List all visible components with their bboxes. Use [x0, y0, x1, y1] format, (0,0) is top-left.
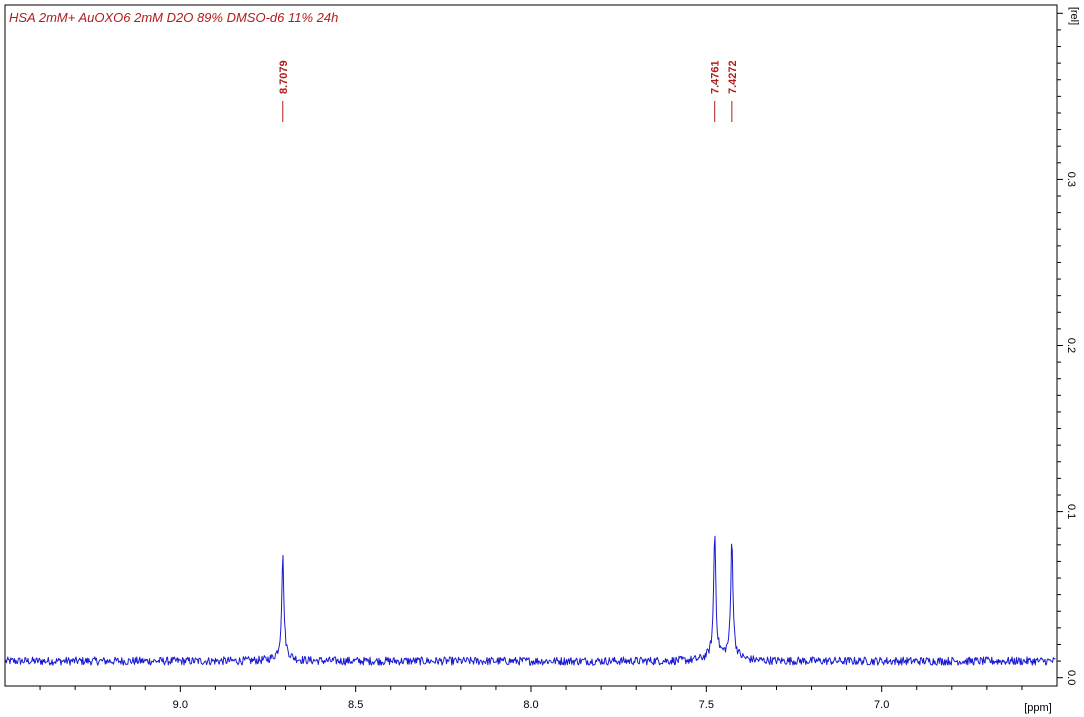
y-axis-label: [rel] — [1068, 7, 1080, 25]
x-axis-label: [ppm] — [1024, 702, 1052, 714]
x-tick-label: 7.0 — [874, 699, 889, 711]
x-tick-label: 9.0 — [173, 699, 188, 711]
peak-label: 7.4272 — [727, 60, 739, 94]
y-tick-label: 0.1 — [1065, 504, 1077, 519]
y-axis: 0.0 0.1 0.2 0.3 — [1057, 12, 1077, 685]
y-tick-label: 0.3 — [1065, 172, 1077, 187]
nmr-spectrum-chart: HSA 2mM+ AuOXO6 2mM D2O 89% DMSO-d6 11% … — [4, 4, 1080, 714]
y-tick-label: 0.2 — [1065, 338, 1077, 353]
peak-label: 8.7079 — [278, 60, 290, 94]
peak-label: 7.4761 — [710, 60, 722, 94]
y-tick-label: 0.0 — [1065, 670, 1077, 685]
spectrum-title: HSA 2mM+ AuOXO6 2mM D2O 89% DMSO-d6 11% … — [9, 10, 338, 25]
x-tick-label: 8.0 — [523, 699, 538, 711]
x-tick-label: 8.5 — [348, 699, 363, 711]
plot-frame — [4, 4, 1058, 687]
x-axis: 9.0 8.5 8.0 7.5 7.0 — [39, 686, 1023, 711]
x-tick-label: 7.5 — [699, 699, 714, 711]
